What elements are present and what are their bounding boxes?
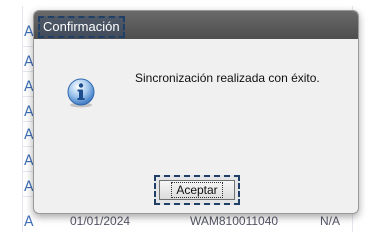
table-border	[22, 6, 23, 232]
table-row: A 01/01/2024 WAM810011040 N/A	[22, 214, 352, 232]
date-cell: 01/01/2024	[70, 214, 131, 228]
row-marker: A	[24, 214, 34, 230]
accept-button-label: Aceptar	[171, 182, 223, 198]
code-cell: WAM810011040	[190, 214, 279, 228]
dialog-message: Sincronización realizada con éxito.	[135, 71, 320, 85]
dialog-title: Confirmación	[38, 16, 125, 38]
accept-button[interactable]: Aceptar	[159, 180, 235, 200]
confirmation-dialog: Confirmación Sincronización realizada co…	[33, 10, 359, 214]
status-cell: N/A	[320, 214, 341, 228]
info-icon	[65, 77, 97, 109]
dialog-titlebar[interactable]: Confirmación	[34, 11, 358, 39]
